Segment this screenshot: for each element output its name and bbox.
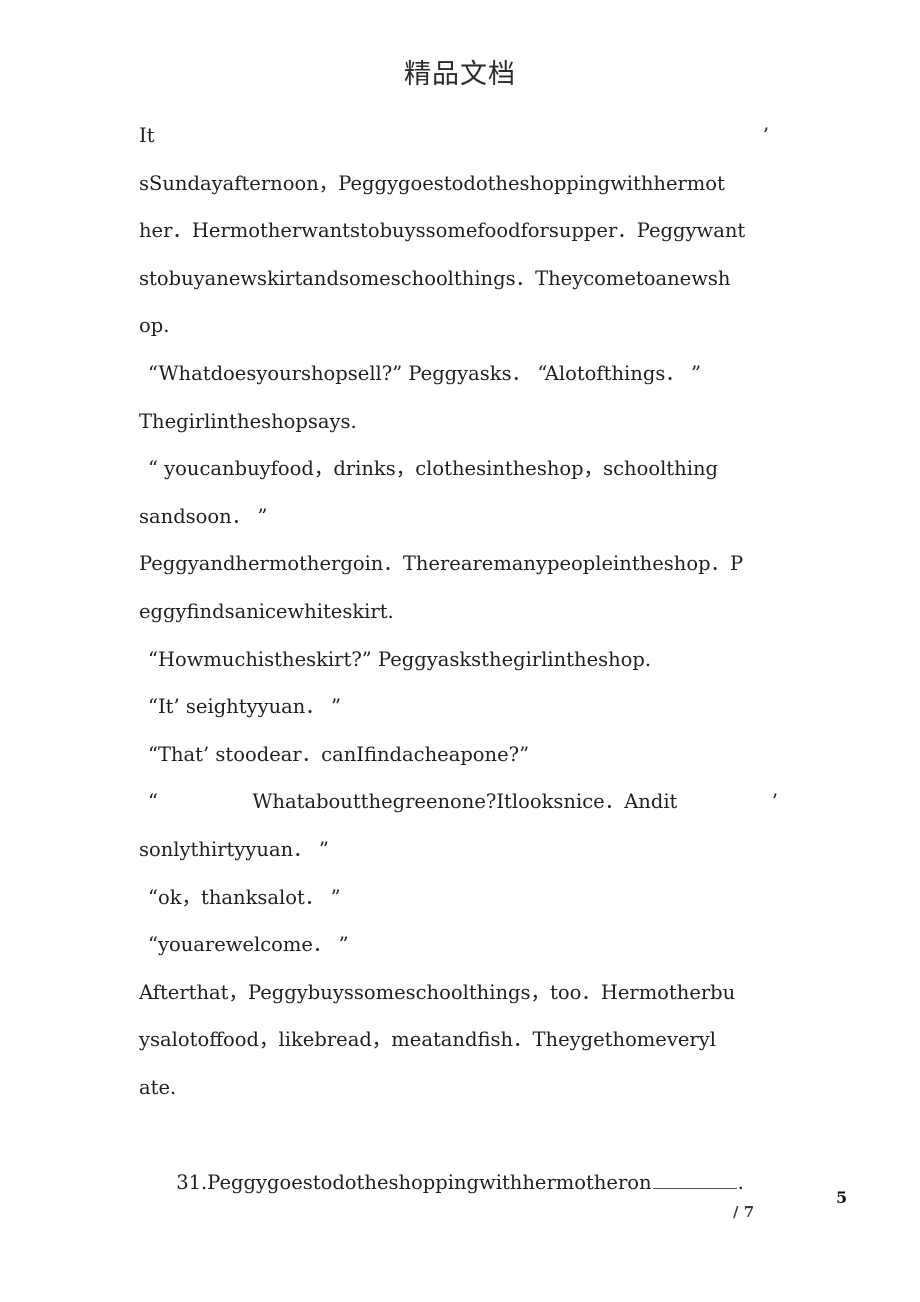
- text-line-segment: It: [139, 124, 155, 147]
- text-line: It ’: [139, 112, 769, 160]
- text-line: sSundayafternoon，Peggygoestodotheshoppin…: [139, 171, 725, 195]
- page-total-label: / 7: [733, 1203, 755, 1221]
- text-line: her．Hermotherwantstobuyssomefoodforsuppe…: [139, 219, 746, 243]
- text-line: “That’ stoodear．canIfindacheapone?”: [148, 742, 530, 766]
- text-line: ysalotoffood，likebread，meatandfish．Theyg…: [139, 1028, 716, 1052]
- text-line: sandsoon． ”: [139, 504, 268, 528]
- document-page: 精品文档 It ’ sSundayafternoon，Peggygoestodo…: [0, 0, 920, 1302]
- text-line: “ok，thanksalot． ”: [148, 885, 341, 909]
- text-line: ate.: [139, 1075, 177, 1099]
- text-line: “It’ seightyyuan． ”: [148, 695, 342, 719]
- text-line: Afterthat，Peggybuyssomeschoolthings，too．…: [139, 980, 736, 1004]
- text-line-segment: Whataboutthegreenone?Itlooksnice．Andit: [252, 790, 678, 814]
- question-end-punctuation: .: [737, 1171, 744, 1195]
- text-line: “youarewelcome． ”: [148, 933, 349, 957]
- text-line: Thegirlintheshopsays.: [139, 409, 357, 433]
- text-line-segment: “: [148, 790, 158, 814]
- question-line-31: 31.Peggygoestodotheshoppingwithhermother…: [139, 1111, 775, 1194]
- text-line: eggyfindsanicewhiteskirt.: [139, 599, 394, 623]
- document-body: It ’ sSundayafternoon，Peggygoestodothesh…: [139, 112, 778, 1194]
- text-line: stobuyanewskirtandsomeschoolthings．Theyc…: [139, 266, 731, 290]
- answer-blank[interactable]: [652, 1174, 737, 1190]
- text-line-segment: ’: [771, 790, 778, 814]
- text-line: Peggyandhermothergoin．Therearemanypeople…: [139, 552, 744, 576]
- question-text: 31.Peggygoestodotheshoppingwithhermother…: [176, 1171, 652, 1195]
- text-line: op.: [139, 314, 170, 338]
- page-current-label: 5: [836, 1188, 848, 1207]
- text-line: “Howmuchistheskirt?” Peggyasksthegirlint…: [148, 647, 652, 671]
- text-line: sonlythirtyyuan． ”: [139, 837, 329, 861]
- text-line-segment: ’: [762, 124, 769, 147]
- document-header-title: 精品文档: [404, 59, 516, 90]
- text-line: “Whatdoesyourshopsell?” Peggyasks． “Alot…: [148, 361, 701, 385]
- text-line: “ youcanbuyfood，drinks，clothesintheshop，…: [148, 457, 718, 481]
- text-line: “ Whataboutthegreenone?Itlooksnice．Andit…: [139, 778, 778, 826]
